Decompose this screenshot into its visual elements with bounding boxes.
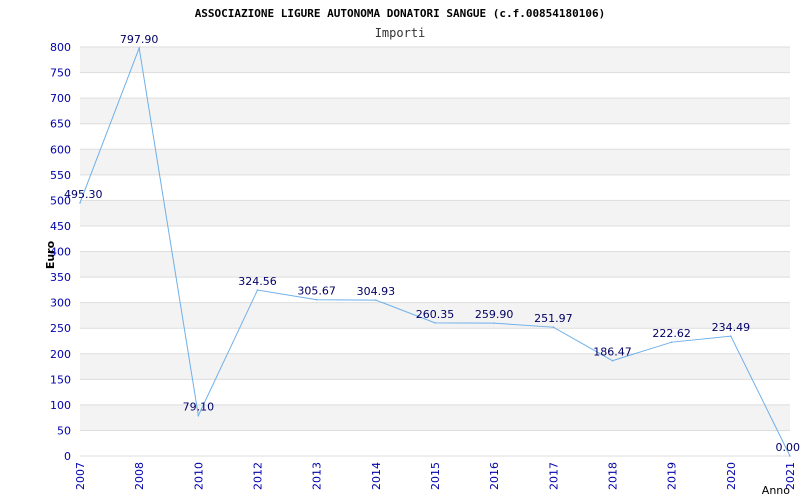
data-point — [138, 47, 140, 49]
chart-subtitle: Importi — [375, 26, 426, 40]
x-tick-label: 2020 — [725, 462, 738, 490]
data-label: 324.56 — [238, 275, 277, 288]
y-tick-label: 700 — [50, 92, 71, 105]
data-point — [493, 322, 495, 324]
data-point — [552, 326, 555, 328]
grid-band — [80, 47, 790, 73]
y-tick-label: 300 — [50, 297, 71, 310]
x-tick-label: 2014 — [370, 462, 383, 490]
grid-bands — [80, 47, 790, 431]
x-tick-label: 2019 — [666, 462, 679, 490]
data-label: 186.47 — [593, 346, 632, 359]
y-tick-label: 250 — [50, 322, 71, 335]
x-tick-label: 2018 — [607, 462, 620, 490]
data-label: 0.00 — [776, 441, 800, 454]
data-point — [79, 201, 81, 204]
x-tick-label: 2012 — [252, 462, 265, 490]
x-tick-label: 2008 — [133, 462, 146, 490]
data-point — [315, 298, 318, 301]
y-tick-label: 350 — [50, 271, 71, 284]
data-label: 495.30 — [64, 188, 103, 201]
y-tick-label: 150 — [50, 373, 71, 386]
data-point — [197, 414, 200, 417]
x-tick-label: 2015 — [429, 462, 442, 490]
grid-band — [80, 353, 790, 380]
data-label: 259.90 — [475, 308, 514, 321]
grid-band — [80, 149, 790, 175]
y-axis-label: Euro — [44, 240, 57, 269]
data-point — [730, 335, 732, 337]
data-point — [434, 322, 436, 324]
data-label: 260.35 — [416, 308, 455, 321]
data-label: 305.67 — [297, 285, 336, 298]
data-label: 234.49 — [712, 321, 751, 334]
x-tick-label: 2017 — [547, 462, 560, 490]
data-labels: 495.30 797.90 79.10 324.56 305.67 304.93 260.3… — [64, 33, 800, 454]
y-tick-label: 0 — [64, 450, 71, 463]
y-tick-label: 200 — [50, 348, 71, 361]
chart-title: ASSOCIAZIONE LIGURE AUTONOMA DONATORI SA… — [195, 7, 606, 20]
data-point — [789, 455, 791, 457]
y-tick-label: 750 — [50, 67, 71, 80]
y-tick-label: 450 — [50, 220, 71, 233]
x-axis-label: Anno — [762, 484, 790, 497]
y-tick-label: 100 — [50, 399, 71, 412]
y-tick-label: 550 — [50, 169, 71, 182]
x-axis-ticks: 2007 2008 2010 2012 2013 2014 2015 2016 2017 2018… — [74, 462, 797, 490]
x-tick-label: 2013 — [311, 462, 324, 490]
line-chart: ASSOCIAZIONE LIGURE AUTONOMA DONATORI SA… — [44, 7, 800, 497]
x-tick-label: 2010 — [192, 462, 205, 490]
grid-band — [80, 98, 790, 124]
data-point — [611, 359, 614, 362]
grid-band — [80, 251, 790, 278]
data-label: 304.93 — [357, 285, 396, 298]
y-tick-label: 600 — [50, 143, 71, 156]
data-point — [670, 341, 673, 343]
y-tick-label: 50 — [57, 424, 71, 437]
data-label: 797.90 — [120, 33, 159, 46]
data-point — [256, 289, 259, 291]
x-tick-label: 2016 — [488, 462, 501, 490]
y-tick-label: 800 — [50, 41, 71, 54]
data-point — [375, 299, 377, 301]
grid-band — [80, 200, 790, 226]
y-tick-label: 650 — [50, 118, 71, 131]
x-tick-label: 2007 — [74, 462, 87, 490]
data-label: 222.62 — [652, 327, 691, 340]
data-label: 79.10 — [183, 401, 215, 414]
data-label: 251.97 — [534, 312, 573, 325]
